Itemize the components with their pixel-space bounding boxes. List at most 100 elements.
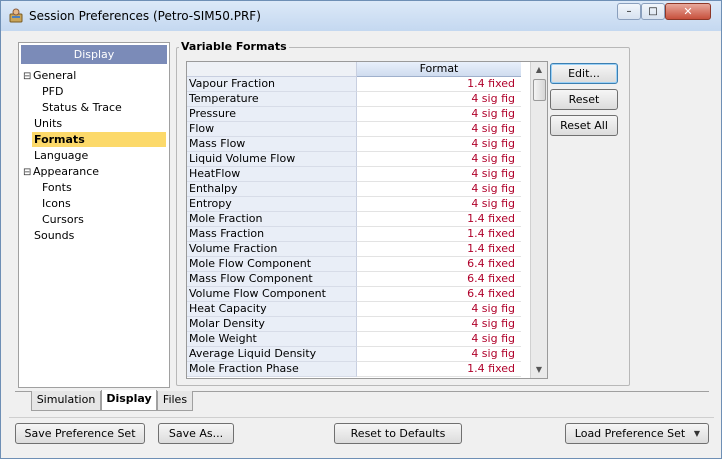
tree-item-label: Language: [34, 149, 89, 162]
edit-button[interactable]: Edit...: [550, 63, 618, 84]
format-value-cell[interactable]: 4 sig fig: [357, 167, 521, 182]
format-value-cell[interactable]: 4 sig fig: [357, 122, 521, 137]
table-row[interactable]: HeatFlow 4 sig fig: [187, 167, 531, 182]
format-value-cell[interactable]: 1.4 fixed: [357, 77, 521, 92]
maximize-button[interactable]: □: [641, 3, 665, 20]
format-value-cell[interactable]: 4 sig fig: [357, 347, 521, 362]
tree-item-label: Units: [34, 117, 63, 130]
table-row[interactable]: Volume Fraction 1.4 fixed: [187, 242, 531, 257]
maximize-icon: □: [648, 6, 658, 17]
variable-name-cell: Volume Flow Component: [187, 287, 357, 302]
reset-to-defaults-button[interactable]: Reset to Defaults: [334, 423, 462, 444]
tree-item-status-trace[interactable]: Status & Trace: [42, 100, 122, 115]
table-row[interactable]: Mass Flow 4 sig fig: [187, 137, 531, 152]
format-value-cell[interactable]: 6.4 fixed: [357, 272, 521, 287]
session-preferences-window: Session Preferences (Petro-SIM50.PRF) – …: [0, 0, 722, 459]
table-row[interactable]: Enthalpy 4 sig fig: [187, 182, 531, 197]
tree-item-appearance[interactable]: ⊟ Appearance: [23, 164, 99, 179]
minimize-button[interactable]: –: [617, 3, 641, 20]
format-value-cell[interactable]: 4 sig fig: [357, 182, 521, 197]
table-row[interactable]: Mole Weight 4 sig fig: [187, 332, 531, 347]
chevron-down-icon[interactable]: ▼: [694, 424, 700, 443]
scroll-thumb[interactable]: [533, 79, 546, 101]
scroll-down-icon[interactable]: ▼: [531, 362, 547, 377]
variable-name-cell: Mass Fraction: [187, 227, 357, 242]
format-value-cell[interactable]: 4 sig fig: [357, 197, 521, 212]
format-value-cell[interactable]: 4 sig fig: [357, 152, 521, 167]
scroll-up-icon[interactable]: ▲: [531, 62, 547, 77]
collapse-icon[interactable]: ⊟: [23, 69, 33, 84]
variable-name-cell: Entropy: [187, 197, 357, 212]
table-row[interactable]: Liquid Volume Flow 4 sig fig: [187, 152, 531, 167]
tree-item-fonts[interactable]: Fonts: [42, 180, 72, 195]
reset-button[interactable]: Reset: [550, 89, 618, 110]
table-row[interactable]: Average Liquid Density 4 sig fig: [187, 347, 531, 362]
format-value-cell[interactable]: 4 sig fig: [357, 332, 521, 347]
tree-item-units[interactable]: Units: [34, 116, 62, 131]
load-preference-set-button[interactable]: Load Preference Set ▼: [565, 423, 709, 444]
format-value-cell[interactable]: 1.4 fixed: [357, 362, 521, 377]
preferences-tree[interactable]: Display ⊟ General PFD Status & Trace Unit…: [18, 42, 170, 388]
table-row[interactable]: Mole Fraction 1.4 fixed: [187, 212, 531, 227]
table-row[interactable]: Heat Capacity 4 sig fig: [187, 302, 531, 317]
tab-display[interactable]: Display: [101, 390, 157, 411]
table-row[interactable]: Mole Flow Component 6.4 fixed: [187, 257, 531, 272]
variable-name-cell: Mole Weight: [187, 332, 357, 347]
variable-name-cell: Mole Fraction: [187, 212, 357, 227]
save-as-button[interactable]: Save As...: [158, 423, 234, 444]
grid-scrollbar[interactable]: ▲ ▼: [530, 62, 547, 378]
table-row[interactable]: Temperature 4 sig fig: [187, 92, 531, 107]
tab-simulation[interactable]: Simulation: [31, 391, 101, 411]
close-button[interactable]: ✕: [665, 3, 711, 20]
variable-name-cell: Enthalpy: [187, 182, 357, 197]
footer-divider: [9, 417, 714, 418]
format-value-cell[interactable]: 1.4 fixed: [357, 212, 521, 227]
load-preference-set-label: Load Preference Set: [574, 427, 686, 440]
variable-name-cell: Mass Flow: [187, 137, 357, 152]
table-row[interactable]: Mass Fraction 1.4 fixed: [187, 227, 531, 242]
format-value-cell[interactable]: 4 sig fig: [357, 92, 521, 107]
format-value-cell[interactable]: 1.4 fixed: [357, 242, 521, 257]
table-row[interactable]: Pressure 4 sig fig: [187, 107, 531, 122]
table-row[interactable]: Mole Fraction Phase 1.4 fixed: [187, 362, 531, 377]
table-row[interactable]: Vapour Fraction 1.4 fixed: [187, 77, 531, 92]
table-row[interactable]: Mass Flow Component 6.4 fixed: [187, 272, 531, 287]
tree-item-label: Appearance: [33, 165, 100, 178]
tree-item-general[interactable]: ⊟ General: [23, 68, 76, 83]
format-value-cell[interactable]: 4 sig fig: [357, 137, 521, 152]
format-value-cell[interactable]: 6.4 fixed: [357, 287, 521, 302]
collapse-icon[interactable]: ⊟: [23, 165, 33, 180]
variable-name-cell: Molar Density: [187, 317, 357, 332]
tree-item-language[interactable]: Language: [34, 148, 88, 163]
tree-item-label: Icons: [42, 197, 71, 210]
tree-item-cursors[interactable]: Cursors: [42, 212, 84, 227]
format-column-header[interactable]: Format: [357, 62, 521, 77]
tree-item-icons[interactable]: Icons: [42, 196, 71, 211]
save-preference-set-button[interactable]: Save Preference Set: [15, 423, 145, 444]
tree-item-formats[interactable]: Formats: [32, 132, 166, 147]
variable-name-cell: Heat Capacity: [187, 302, 357, 317]
title-bar[interactable]: Session Preferences (Petro-SIM50.PRF) – …: [1, 1, 721, 31]
table-row[interactable]: Molar Density 4 sig fig: [187, 317, 531, 332]
variable-name-cell: Volume Fraction: [187, 242, 357, 257]
format-value-cell[interactable]: 4 sig fig: [357, 107, 521, 122]
tree-item-pfd[interactable]: PFD: [42, 84, 63, 99]
tree-item-label: Status & Trace: [42, 101, 122, 114]
variable-name-cell: Mass Flow Component: [187, 272, 357, 287]
format-value-cell[interactable]: 4 sig fig: [357, 317, 521, 332]
tab-files[interactable]: Files: [157, 391, 193, 411]
variable-name-cell: Temperature: [187, 92, 357, 107]
format-value-cell[interactable]: 6.4 fixed: [357, 257, 521, 272]
reset-all-button[interactable]: Reset All: [550, 115, 618, 136]
variable-name-cell: Flow: [187, 122, 357, 137]
table-row[interactable]: Volume Flow Component 6.4 fixed: [187, 287, 531, 302]
app-preferences-icon: [9, 8, 23, 23]
table-row[interactable]: Entropy 4 sig fig: [187, 197, 531, 212]
format-value-cell[interactable]: 4 sig fig: [357, 302, 521, 317]
variable-name-cell: Mole Fraction Phase: [187, 362, 357, 377]
tree-item-sounds[interactable]: Sounds: [34, 228, 74, 243]
variable-formats-grid[interactable]: Format Vapour Fraction 1.4 fixed Temperatu…: [186, 61, 548, 379]
format-value-cell[interactable]: 1.4 fixed: [357, 227, 521, 242]
close-icon: ✕: [683, 5, 693, 18]
table-row[interactable]: Flow 4 sig fig: [187, 122, 531, 137]
